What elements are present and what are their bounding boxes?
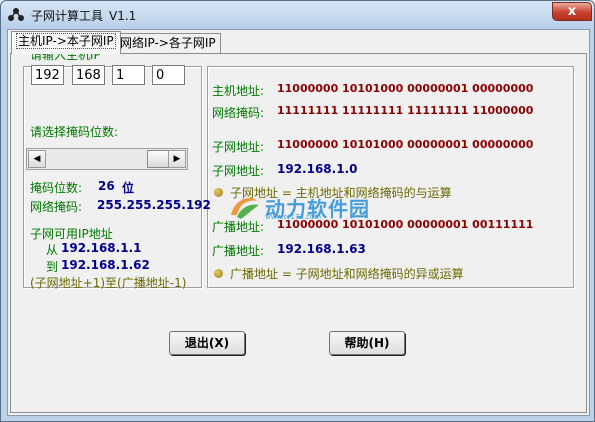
- to-label: 到: [46, 260, 59, 274]
- mask-bits-value: 26: [98, 179, 115, 193]
- help-button[interactable]: 帮助(H): [329, 331, 405, 355]
- watermark-logo-icon: [231, 197, 259, 219]
- ip-octet-1-input[interactable]: [31, 65, 64, 85]
- usable-ip-label: 子网可用IP地址: [30, 227, 113, 241]
- watermark-logo: 动力软件园 www.cr173.com: [225, 193, 375, 221]
- mask-bits-slider[interactable]: ◀ ▶: [26, 148, 188, 170]
- host-addr-label: 主机地址:: [212, 84, 265, 98]
- tab-label: 主机IP->本子网IP: [16, 33, 116, 49]
- title-bar[interactable]: 子网计算工具 V1.1 x: [1, 1, 594, 29]
- netmask-value: 255.255.255.192: [97, 198, 211, 212]
- window-version: V1.1: [109, 9, 137, 23]
- ip-octet-4-input[interactable]: [152, 65, 185, 85]
- bullet-icon: [214, 188, 223, 197]
- tab-host-to-subnet[interactable]: 主机IP->本子网IP: [11, 31, 121, 54]
- subnet-addr-binary: 11000000 10101000 00000001 00000000: [277, 138, 534, 151]
- from-label: 从: [46, 243, 59, 257]
- subnet-addr-bin-label: 子网地址:: [212, 140, 265, 154]
- app-window: 子网计算工具 V1.1 x 主机IP->本子网IP 网络IP->各子网IP 请输入…: [0, 0, 595, 422]
- mask-bits-unit: 位: [122, 181, 135, 195]
- subnet-addr-value: 192.168.1.0: [277, 162, 358, 176]
- netmask-label: 网络掩码:: [30, 200, 83, 214]
- watermark-subtext: www.cr173.com: [265, 213, 322, 221]
- from-value: 192.168.1.1: [61, 241, 142, 255]
- broadcast-addr-value: 192.168.1.63: [277, 242, 366, 256]
- ip-octet-2-input[interactable]: [72, 65, 105, 85]
- bullet-icon: [214, 269, 223, 278]
- mask-bits-prompt: 请选择掩码位数:: [30, 125, 119, 139]
- subnet-addr-label: 子网地址:: [212, 164, 265, 178]
- broadcast-note: 广播地址 = 子网地址和网络掩码的异或运算: [230, 267, 464, 281]
- broadcast-addr-label: 广播地址:: [212, 244, 265, 258]
- tab-label: 网络IP->各子网IP: [120, 36, 216, 50]
- close-icon: x: [567, 4, 577, 19]
- tab-network-to-subnets[interactable]: 网络IP->各子网IP: [115, 33, 221, 53]
- netmask-binary: 11111111 11111111 11111111 11000000: [277, 104, 534, 117]
- window-title-text: 子网计算工具: [31, 9, 104, 23]
- range-note: (子网地址+1)至(广播地址-1): [30, 276, 187, 290]
- ip-octet-3-input[interactable]: [112, 65, 145, 85]
- close-button[interactable]: x: [552, 2, 592, 21]
- netmask-bin-label: 网络掩码:: [212, 106, 265, 120]
- host-addr-binary: 11000000 10101000 00000001 00000000: [277, 82, 534, 95]
- slider-right-arrow-icon[interactable]: ▶: [168, 150, 186, 168]
- slider-left-arrow-icon[interactable]: ◀: [28, 150, 46, 168]
- to-value: 192.168.1.62: [61, 258, 150, 272]
- exit-button[interactable]: 退出(X): [169, 331, 245, 355]
- window-title: 子网计算工具 V1.1: [31, 7, 136, 24]
- mask-bits-label: 掩码位数:: [30, 181, 83, 195]
- app-icon: [8, 8, 24, 21]
